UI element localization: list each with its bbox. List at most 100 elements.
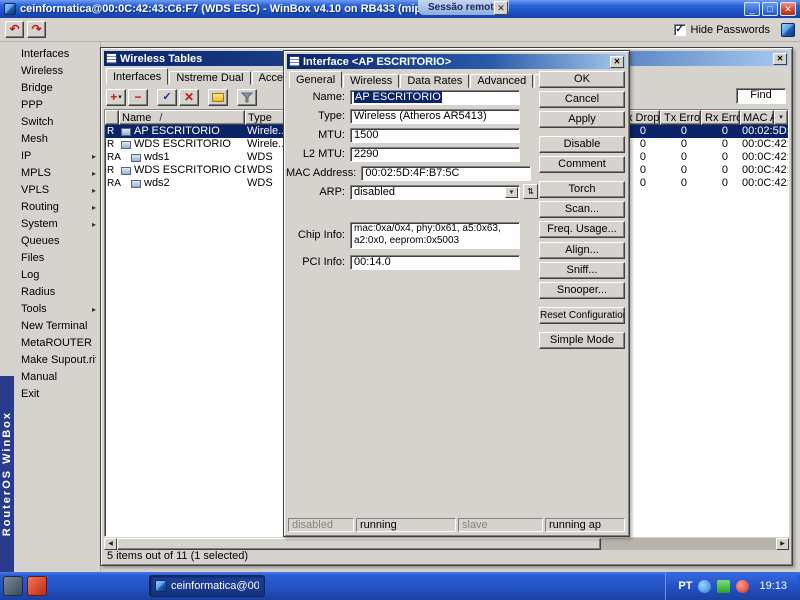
sidebar-item-files[interactable]: Files (14, 250, 100, 267)
scrollbar-thumb[interactable] (117, 538, 601, 550)
sidebar-item-new-terminal[interactable]: New Terminal (14, 318, 100, 335)
column-header-type[interactable]: Type (245, 110, 285, 125)
mac-address-input[interactable]: 00:02:5D:4F:B7:5C (361, 165, 532, 181)
wireless-interface-icon (121, 166, 131, 175)
app-toolbar: ↶ ↷ ✓ Hide Passwords (0, 18, 800, 42)
taskbar-quicklaunch-icon-1[interactable] (3, 576, 23, 596)
sidebar-item-metarouter[interactable]: MetaROUTER (14, 335, 100, 352)
column-header-flags[interactable] (105, 110, 119, 125)
column-select-button[interactable]: ▾ (774, 110, 788, 125)
sidebar-item-bridge[interactable]: Bridge (14, 80, 100, 97)
language-indicator[interactable]: PT (678, 580, 692, 592)
add-button[interactable]: + ▾ (106, 88, 126, 106)
sidebar-item-mpls[interactable]: MPLS ▸ (14, 165, 100, 182)
l2-mtu-input[interactable]: 2290 (350, 146, 520, 162)
tab-advanced[interactable]: Advanced (470, 74, 534, 88)
arp-select[interactable]: disabled ▾ (350, 184, 520, 200)
interface-dialog-close-button[interactable]: ✕ (610, 55, 624, 68)
sidebar-item-label: Log (21, 269, 40, 281)
torch-button[interactable]: Torch (539, 181, 625, 198)
remote-window-titlebar[interactable]: ceinformatica@00:0C:42:43:C6:F7 (WDS ESC… (0, 0, 800, 18)
close-button[interactable]: ✕ (780, 2, 796, 16)
cancel-button[interactable]: Cancel (539, 91, 625, 108)
sidebar-item-label: PPP (21, 99, 44, 111)
tab-general[interactable]: General (289, 71, 343, 88)
enable-button[interactable]: ✓ (157, 88, 177, 106)
tray-status-icon-1[interactable] (698, 579, 712, 593)
simple-mode-button[interactable]: Simple Mode (539, 332, 625, 349)
disable-button[interactable]: Disable (539, 136, 625, 153)
sidebar-item-queues[interactable]: Queues (14, 233, 100, 250)
column-header-mac-address[interactable]: MAC A (740, 110, 774, 125)
align-button[interactable]: Align... (539, 242, 625, 259)
minimize-button[interactable]: _ (744, 2, 760, 16)
arp-updown-button[interactable]: ⇅ (523, 184, 538, 199)
mtu-input[interactable]: 1500 (350, 127, 520, 143)
comment-button[interactable] (208, 88, 228, 106)
wireless-tables-close-button[interactable]: ✕ (773, 52, 787, 65)
horizontal-scrollbar[interactable]: ◀ ▶ (104, 538, 789, 550)
sidebar-item-interfaces[interactable]: Interfaces (14, 46, 100, 63)
hide-passwords-control[interactable]: ✓ Hide Passwords (673, 23, 770, 36)
interface-dialog-titlebar[interactable]: Interface <AP ESCRITORIO> ✕ (287, 54, 626, 69)
filter-button[interactable] (237, 88, 257, 106)
disable-button[interactable]: ✕ (179, 88, 199, 106)
column-header-rx-errors[interactable]: Rx Errors (701, 110, 740, 125)
sidebar-item-system[interactable]: System ▸ (14, 216, 100, 233)
sidebar-item-mesh[interactable]: Mesh (14, 131, 100, 148)
tray-status-icon-3[interactable] (736, 579, 750, 593)
wireless-interface-icon (121, 127, 131, 136)
apply-button[interactable]: Apply (539, 111, 625, 128)
wireless-tables-title: Wireless Tables (120, 52, 203, 65)
sidebar-menu: Interfaces Wireless Bridge PPP Switch Me… (14, 42, 101, 572)
taskbar-quicklaunch-icon-2[interactable] (27, 576, 47, 596)
name-input[interactable]: AP ESCRITORIO (350, 89, 520, 105)
session-close-button[interactable]: ✕ (494, 1, 508, 15)
sidebar-item-ppp[interactable]: PPP (14, 97, 100, 114)
remove-button[interactable]: − (128, 88, 148, 106)
scroll-left-button[interactable]: ◀ (104, 538, 117, 550)
tab-data-rates[interactable]: Data Rates (400, 74, 470, 88)
row-name: WDS ESCRITORIO CB (134, 164, 245, 176)
tab-nstreme-dual[interactable]: Nstreme Dual (169, 71, 251, 85)
tab-wireless[interactable]: Wireless (343, 74, 400, 88)
sidebar-item-manual[interactable]: Manual (14, 369, 100, 386)
taskbar-task-winbox[interactable]: ceinformatica@00:0... (149, 575, 265, 597)
sidebar-item-label: VPLS (21, 184, 50, 196)
ok-button[interactable]: OK (539, 71, 625, 88)
tab-interfaces[interactable]: Interfaces (106, 68, 169, 85)
undo-button[interactable]: ↶ (5, 21, 24, 38)
sort-indicator: / (159, 111, 163, 124)
wireless-interface-icon (121, 140, 131, 149)
column-header-tx-errors[interactable]: Tx Errors (660, 110, 701, 125)
sidebar-item-radius[interactable]: Radius (14, 284, 100, 301)
checkbox-checked-icon[interactable]: ✓ (673, 23, 686, 36)
comment-button[interactable]: Comment (539, 156, 625, 173)
maximize-button[interactable]: □ (762, 2, 778, 16)
sniff-button[interactable]: Sniff... (539, 262, 625, 279)
row-type: WDS (247, 164, 273, 176)
sidebar-item-ip[interactable]: IP ▸ (14, 148, 100, 165)
sidebar-item-tools[interactable]: Tools ▸ (14, 301, 100, 318)
reset-configuration-button[interactable]: Reset Configuration (539, 307, 625, 324)
snooper-button[interactable]: Snooper... (539, 282, 625, 299)
row-rx-errors: 0 (721, 125, 728, 137)
freq-usage-button[interactable]: Freq. Usage... (539, 221, 625, 238)
sidebar-item-wireless[interactable]: Wireless (14, 63, 100, 80)
scrollbar-track[interactable] (601, 538, 776, 550)
sidebar-item-exit[interactable]: Exit (14, 386, 100, 403)
sidebar-item-make-supout[interactable]: Make Supout.rif (14, 352, 100, 369)
sidebar-item-log[interactable]: Log (14, 267, 100, 284)
tray-status-icon-2[interactable] (717, 579, 731, 593)
sidebar-item-routing[interactable]: Routing ▸ (14, 199, 100, 216)
sidebar-item-switch[interactable]: Switch (14, 114, 100, 131)
sidebar-item-vpls[interactable]: VPLS ▸ (14, 182, 100, 199)
scroll-right-button[interactable]: ▶ (776, 538, 789, 550)
redo-button[interactable]: ↷ (27, 21, 46, 38)
sidebar-item-label: Files (21, 252, 45, 264)
scan-button[interactable]: Scan... (539, 201, 625, 218)
remove-icon: − (134, 90, 142, 104)
find-button[interactable]: Find (736, 88, 786, 104)
combo-dropdown-icon[interactable]: ▾ (505, 186, 518, 198)
column-header-name[interactable]: Name / (119, 110, 245, 125)
